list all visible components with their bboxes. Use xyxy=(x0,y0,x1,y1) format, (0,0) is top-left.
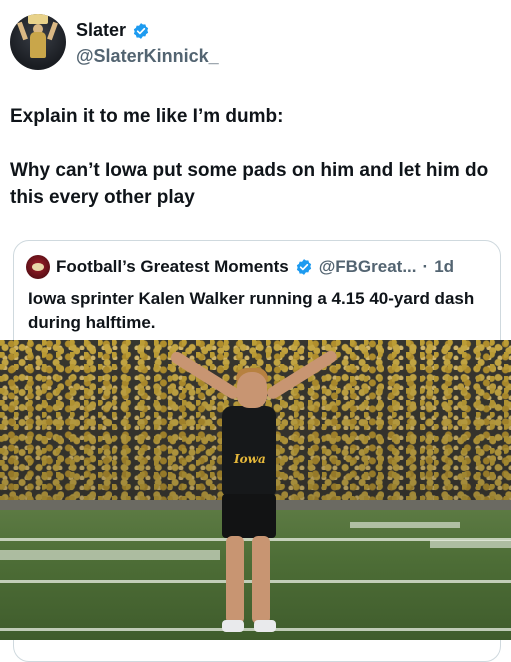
author-avatar[interactable] xyxy=(10,14,66,70)
tweet-line-1: Explain it to me like I’m dumb: xyxy=(10,106,284,127)
verified-badge-icon xyxy=(133,22,149,39)
tweet-body: Explain it to me like I’m dumb: Why can’… xyxy=(10,103,490,211)
media-photo[interactable]: Iowa xyxy=(0,340,511,640)
sprinter-figure: Iowa xyxy=(150,348,370,640)
jersey-logo-text: Iowa xyxy=(234,452,266,466)
tweet-header: Slater @SlaterKinnick_ xyxy=(10,14,500,72)
quoted-timestamp[interactable]: 1d xyxy=(434,257,454,277)
verified-badge-icon xyxy=(296,259,311,275)
quoted-author-avatar[interactable] xyxy=(26,255,50,279)
author-name[interactable]: Slater xyxy=(76,20,126,41)
quoted-tweet-text: Iowa sprinter Kalen Walker running a 4.1… xyxy=(28,289,475,332)
quoted-separator: · xyxy=(422,257,429,276)
quoted-author-name[interactable]: Football’s Greatest Moments xyxy=(56,257,289,277)
quoted-author-handle[interactable]: @FBGreat... xyxy=(319,257,417,277)
tweet-line-2: Why can’t Iowa put some pads on him and … xyxy=(10,160,489,208)
quoted-tweet-header: Football’s Greatest Moments @FBGreat... … xyxy=(26,255,454,279)
author-name-row: Slater xyxy=(76,20,150,41)
author-handle[interactable]: @SlaterKinnick_ xyxy=(76,46,219,67)
